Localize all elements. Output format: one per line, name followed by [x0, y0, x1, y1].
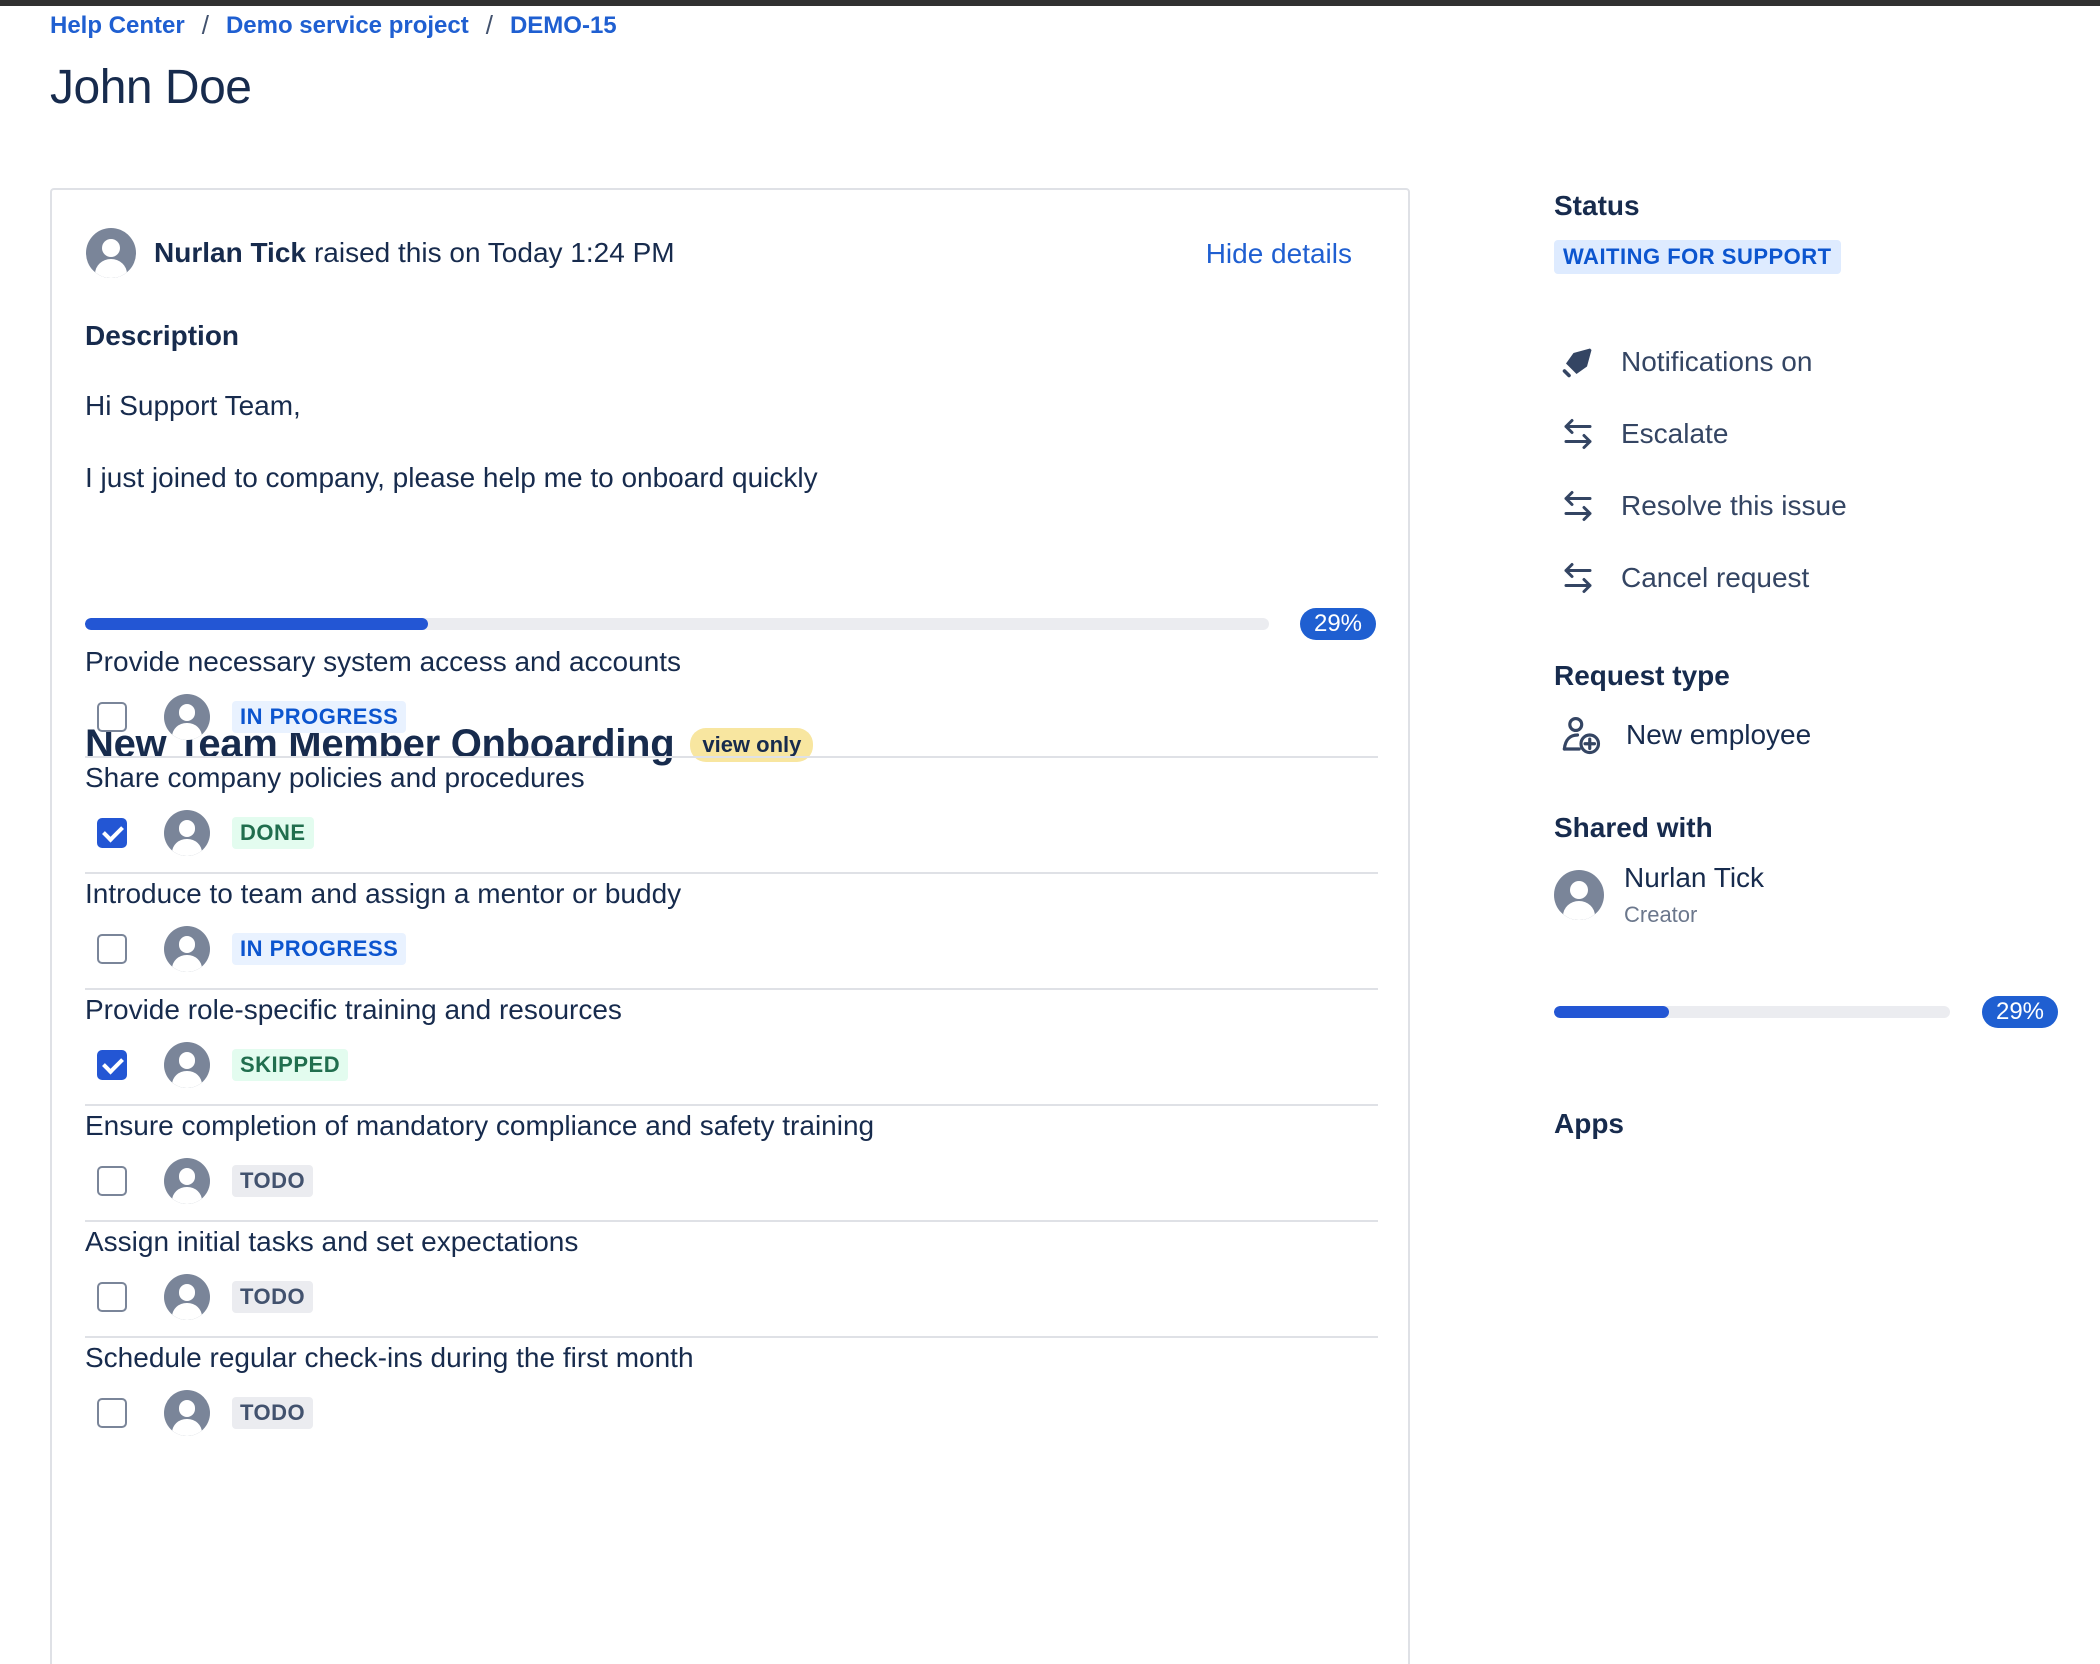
- avatar: [86, 228, 136, 278]
- checklist-item-status[interactable]: IN PROGRESS: [232, 933, 407, 965]
- checklist-item-status[interactable]: DONE: [232, 817, 314, 849]
- status-badge: WAITING FOR SUPPORT: [1554, 240, 1841, 274]
- checklist-item-title: Provide role-specific training and resou…: [85, 994, 622, 1025]
- avatar: [1554, 870, 1604, 920]
- sidebar-progress-percent: 29%: [1982, 996, 2058, 1028]
- resolve-issue-button[interactable]: Resolve this issue: [1560, 488, 1847, 524]
- cancel-request-button[interactable]: Cancel request: [1560, 560, 1809, 596]
- request-type: New employee: [1560, 714, 1811, 756]
- hide-details-link[interactable]: Hide details: [1206, 238, 1352, 270]
- transition-arrows-icon: [1564, 491, 1592, 521]
- raised-by: Nurlan Tick raised this on Today 1:24 PM: [86, 228, 675, 278]
- checklist-item-checkbox[interactable]: [97, 934, 127, 964]
- checklist-item: Share company policies and procedures DON…: [85, 758, 1378, 874]
- sidebar: Status WAITING FOR SUPPORT Notifications…: [1554, 0, 2074, 1664]
- notifications-toggle[interactable]: Notifications on: [1560, 344, 1812, 380]
- request-type-label: New employee: [1626, 719, 1812, 750]
- checklist-item-title: Ensure completion of mandatory complianc…: [85, 1110, 875, 1141]
- checklist-item: Assign initial tasks and set expectation…: [85, 1222, 1378, 1338]
- checklist-items: Provide necessary system access and acco…: [85, 642, 1378, 1454]
- breadcrumb: Help Center / Demo service project / DEM…: [50, 10, 617, 41]
- checklist-progress-percent: 29%: [1300, 608, 1376, 640]
- checklist-item: Ensure completion of mandatory complianc…: [85, 1106, 1378, 1222]
- checklist-item-title: Share company policies and procedures: [85, 762, 585, 793]
- checklist-item-controls: TODO: [97, 1158, 314, 1204]
- breadcrumb-separator: /: [201, 10, 209, 40]
- assignee-avatar[interactable]: [164, 1158, 210, 1204]
- breadcrumb-issue[interactable]: DEMO-15: [510, 12, 617, 40]
- shared-with-heading: Shared with: [1554, 812, 1713, 843]
- resolve-issue-label: Resolve this issue: [1621, 490, 1847, 521]
- checklist-item-title: Schedule regular check-ins during the fi…: [85, 1342, 694, 1373]
- checklist-item-controls: IN PROGRESS: [97, 926, 407, 972]
- description-heading: Description: [85, 320, 240, 351]
- checklist-item-title: Introduce to team and assign a mentor or…: [85, 878, 682, 909]
- apps-heading: Apps: [1554, 1108, 1624, 1139]
- breadcrumb-separator: /: [485, 10, 493, 40]
- checklist-item-status[interactable]: SKIPPED: [232, 1049, 349, 1081]
- add-person-icon: [1562, 716, 1601, 755]
- description-line: I just joined to company, please help me…: [85, 462, 818, 493]
- checklist-item-checkbox[interactable]: [97, 1166, 127, 1196]
- cancel-request-label: Cancel request: [1621, 562, 1810, 593]
- assignee-avatar[interactable]: [164, 926, 210, 972]
- bell-icon: [1562, 348, 1592, 378]
- shared-user-role: Creator: [1624, 902, 1698, 927]
- assignee-avatar[interactable]: [164, 1390, 210, 1436]
- notifications-label: Notifications on: [1621, 346, 1813, 377]
- checklist-item-controls: TODO: [97, 1274, 314, 1320]
- checklist-item-status[interactable]: IN PROGRESS: [232, 701, 407, 733]
- sidebar-progress-bar: [1554, 1006, 1950, 1018]
- checklist-item-status[interactable]: TODO: [232, 1165, 314, 1197]
- shared-user-name: Nurlan Tick: [1624, 862, 1765, 893]
- transition-arrows-icon: [1564, 419, 1592, 449]
- checklist-item-title: Provide necessary system access and acco…: [85, 646, 682, 677]
- description-line: Hi Support Team,: [85, 390, 301, 421]
- checklist-progress-fill: [85, 618, 429, 630]
- checklist-item-controls: DONE: [97, 810, 314, 856]
- checklist-item-controls: TODO: [97, 1390, 314, 1436]
- checklist-item: Provide role-specific training and resou…: [85, 990, 1378, 1106]
- assignee-avatar[interactable]: [164, 1042, 210, 1088]
- checklist-item-controls: SKIPPED: [97, 1042, 349, 1088]
- page-title: John Doe: [50, 61, 252, 114]
- checklist-item: Schedule regular check-ins during the fi…: [85, 1338, 1378, 1454]
- checklist-item-checkbox[interactable]: [97, 1398, 127, 1428]
- assignee-avatar[interactable]: [164, 694, 210, 740]
- checklist-item-checkbox[interactable]: [97, 1050, 127, 1080]
- checklist-item-title: Assign initial tasks and set expectation…: [85, 1226, 579, 1257]
- assignee-avatar[interactable]: [164, 810, 210, 856]
- raised-text: raised this on Today 1:24 PM: [313, 237, 675, 268]
- request-type-heading: Request type: [1554, 660, 1730, 691]
- transition-arrows-icon: [1564, 563, 1592, 593]
- checklist-item-status[interactable]: TODO: [232, 1281, 314, 1313]
- checklist-item-controls: IN PROGRESS: [97, 694, 407, 740]
- escalate-label: Escalate: [1621, 418, 1729, 449]
- checklist-progress-bar: [85, 618, 1269, 630]
- status-heading: Status: [1554, 190, 1640, 221]
- request-card: Nurlan Tick raised this on Today 1:24 PM…: [50, 188, 1410, 1664]
- checklist-item: Introduce to team and assign a mentor or…: [85, 874, 1378, 990]
- checklist-item: Provide necessary system access and acco…: [85, 642, 1378, 758]
- checklist-item-checkbox[interactable]: [97, 702, 127, 732]
- checklist-item-checkbox[interactable]: [97, 1282, 127, 1312]
- breadcrumb-project[interactable]: Demo service project: [226, 12, 469, 40]
- sidebar-progress-fill: [1554, 1006, 1669, 1018]
- escalate-button[interactable]: Escalate: [1560, 416, 1728, 452]
- author-name: Nurlan Tick: [154, 237, 306, 268]
- checklist-item-checkbox[interactable]: [97, 818, 127, 848]
- breadcrumb-help-center[interactable]: Help Center: [50, 12, 185, 40]
- checklist-item-status[interactable]: TODO: [232, 1397, 314, 1429]
- shared-user: Nurlan Tick Creator: [1554, 862, 1764, 928]
- assignee-avatar[interactable]: [164, 1274, 210, 1320]
